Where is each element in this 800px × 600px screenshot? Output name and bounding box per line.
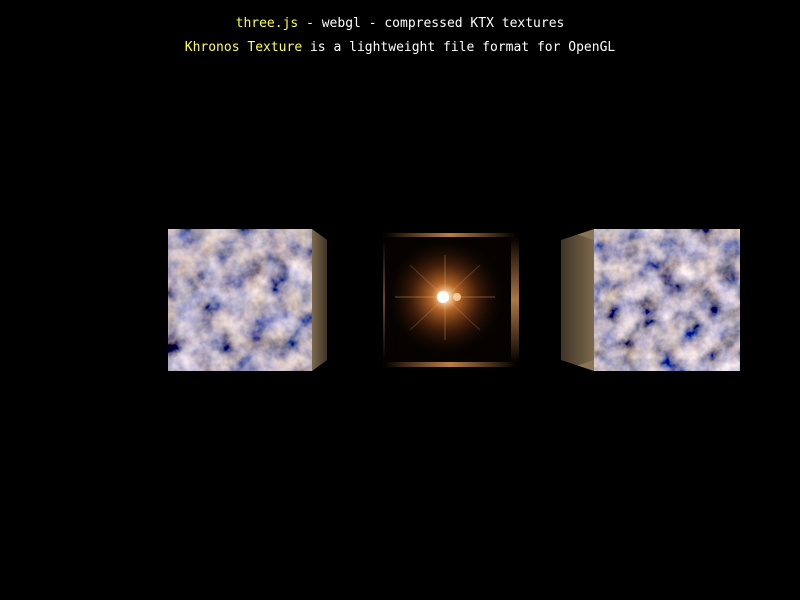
marble-cube-right <box>561 229 740 371</box>
khronos-texture-link[interactable]: Khronos Texture <box>185 40 302 55</box>
webgl-canvas[interactable] <box>0 0 800 600</box>
marble-cube-left <box>168 229 327 371</box>
info-line-1-text: - webgl - compressed KTX textures <box>298 16 565 31</box>
info-panel: three.js - webgl - compressed KTX textur… <box>0 12 800 60</box>
glow-edge-left <box>383 240 385 360</box>
info-line-1: three.js - webgl - compressed KTX textur… <box>0 12 800 36</box>
info-line-2: Khronos Texture is a lightweight file fo… <box>0 36 800 60</box>
glow-edge-top <box>385 233 515 237</box>
info-line-2-text: is a lightweight file format for OpenGL <box>302 40 616 55</box>
cube-right-front-face <box>594 229 740 371</box>
cube-left-front-face <box>168 229 312 371</box>
glow-edge-right <box>511 238 519 362</box>
glowing-cube-center <box>383 232 519 368</box>
threejs-link[interactable]: three.js <box>236 16 299 31</box>
glow-edge-bottom <box>385 362 515 367</box>
